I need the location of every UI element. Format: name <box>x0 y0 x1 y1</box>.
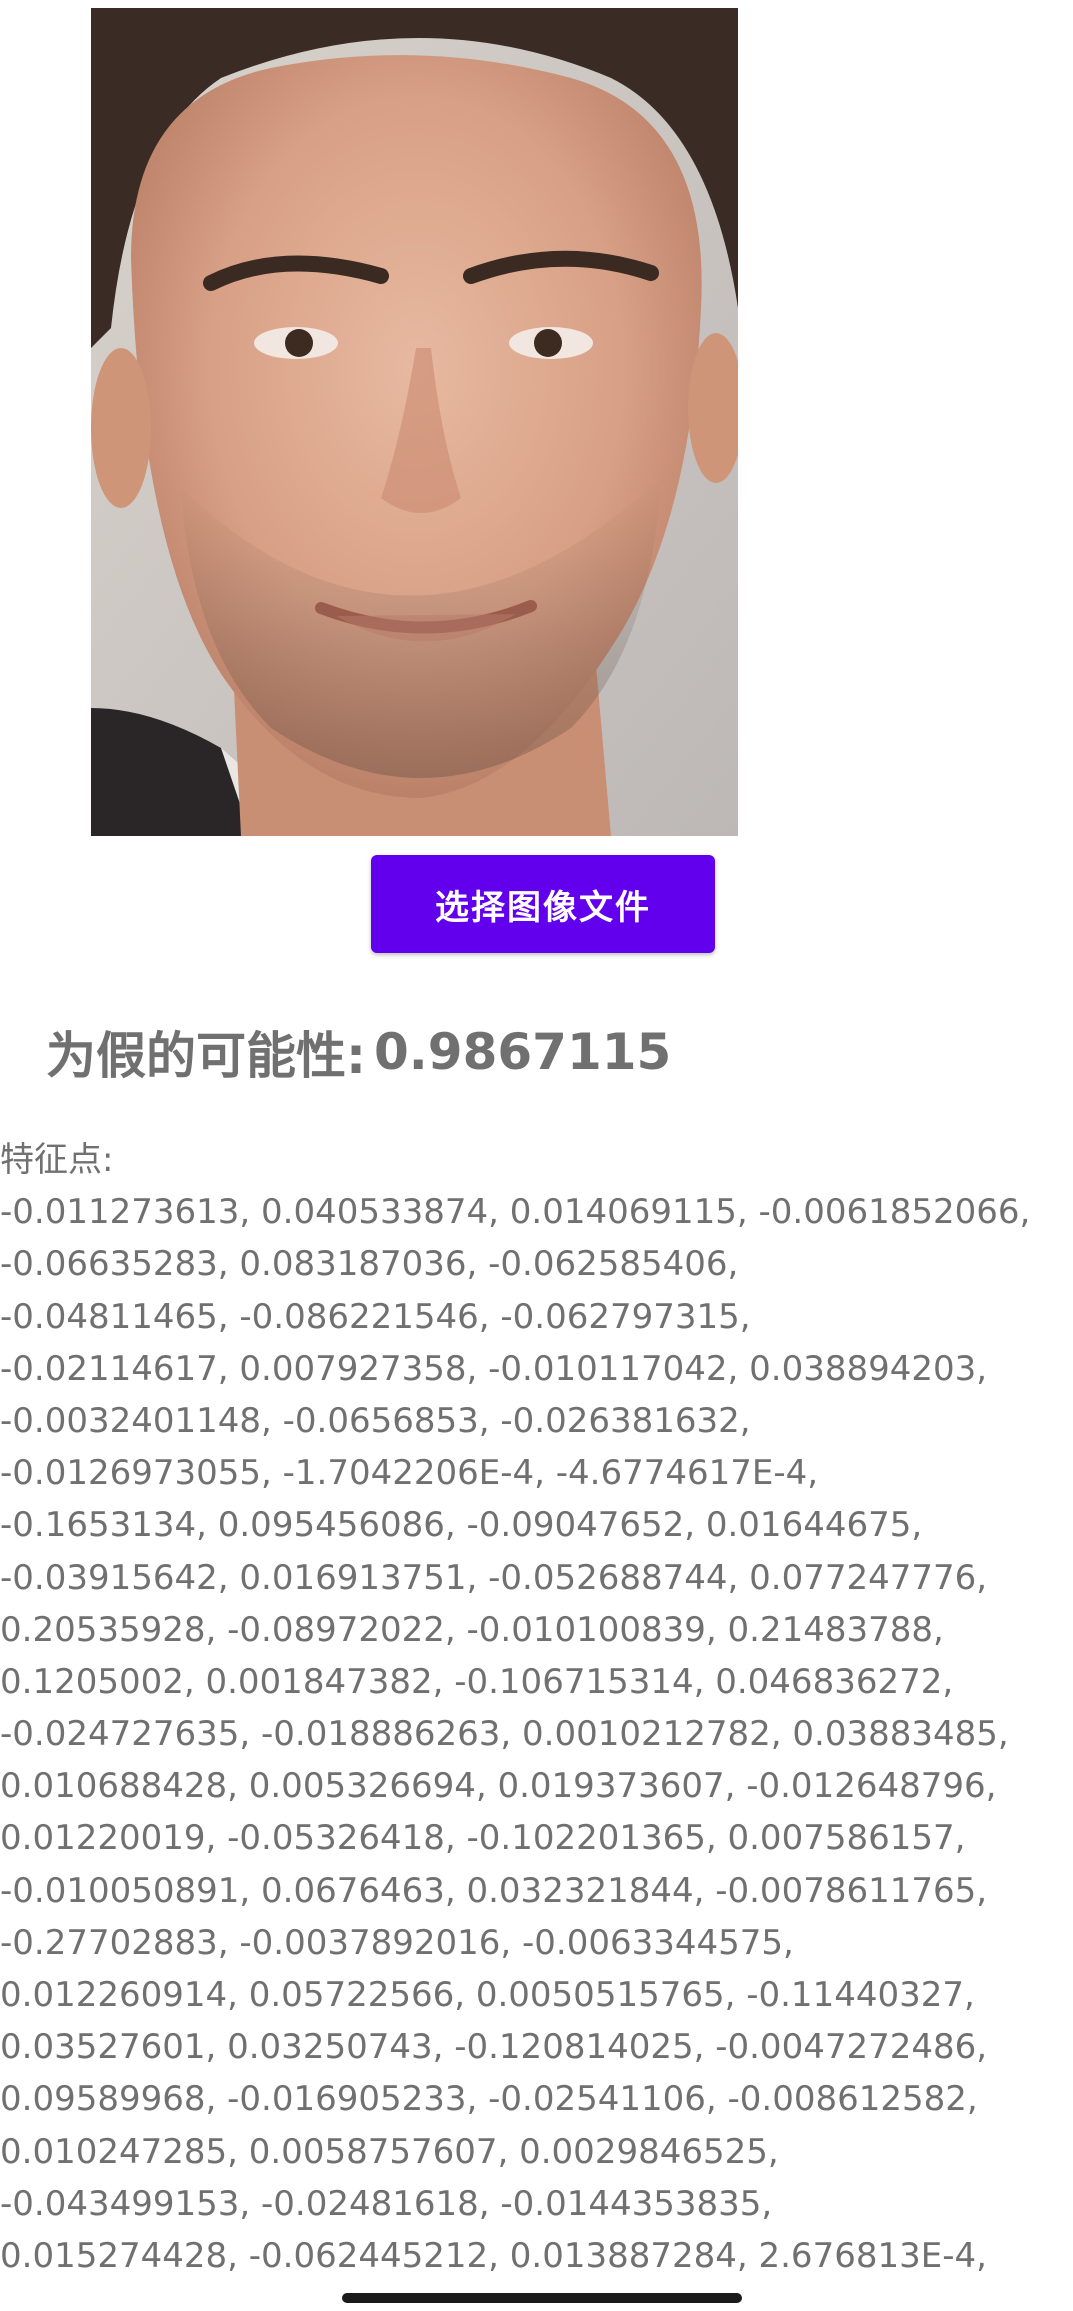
select-image-file-button[interactable]: 选择图像文件 <box>371 855 715 953</box>
feature-values-line: 0.1205002, 0.001847382, -0.106715314, 0.… <box>0 1661 954 1702</box>
fake-probability-label: 为假的可能性: <box>46 1027 366 1085</box>
feature-values-line: -0.03915642, 0.016913751, -0.052688744, … <box>0 1557 988 1598</box>
feature-points-label: 特征点: <box>0 1140 114 1180</box>
feature-values-line: -0.1653134, 0.095456086, -0.09047652, 0.… <box>0 1505 923 1546</box>
feature-values-line: 0.012260914, 0.05722566, 0.0050515765, -… <box>0 1975 975 2015</box>
feature-values-line: -0.043499153, -0.02481618, -0.0144353835… <box>0 2183 773 2224</box>
face-photo-icon <box>91 8 738 836</box>
feature-values-line: -0.010050891, 0.0676463, 0.032321844, -0… <box>0 1870 988 1911</box>
fake-probability-value: 0.9867115 <box>374 1023 672 1081</box>
feature-values-line: 0.010688428, 0.005326694, 0.019373607, -… <box>0 1766 997 1807</box>
feature-values-line: 0.20535928, -0.08972022, -0.010100839, 0… <box>0 1609 944 1650</box>
feature-values-line: -0.024727635, -0.018886263, 0.0010212782… <box>0 1714 1009 1755</box>
face-image <box>91 8 738 836</box>
feature-values-list: -0.011273613, 0.040533874, 0.014069115, … <box>0 1186 1073 2282</box>
feature-points: 特征点: -0.011273613, 0.040533874, 0.014069… <box>0 1134 1073 2282</box>
feature-values-line: -0.06635283, 0.083187036, -0.062585406, <box>0 1244 739 1285</box>
feature-values-line: 0.01220019, -0.05326418, -0.102201365, 0… <box>0 1818 966 1859</box>
feature-values-line: -0.011273613, 0.040533874, 0.014069115, … <box>0 1192 1031 1233</box>
feature-values-line: -0.0126973055, -1.7042206E-4, -4.6774617… <box>0 1453 819 1494</box>
feature-values-line: 0.09589968, -0.016905233, -0.02541106, -… <box>0 2079 978 2120</box>
feature-values-line: 0.010247285, 0.0058757607, 0.0029846525, <box>0 2131 779 2172</box>
feature-values-line: -0.02114617, 0.007927358, -0.010117042, … <box>0 1348 988 1389</box>
home-indicator[interactable] <box>342 2293 742 2303</box>
feature-values-line: 0.03527601, 0.03250743, -0.120814025, -0… <box>0 2027 988 2068</box>
feature-values-line: 0.015274428, -0.062445212, 0.013887284, … <box>0 2235 987 2276</box>
feature-values-line: -0.0032401148, -0.0656853, -0.026381632, <box>0 1400 751 1441</box>
feature-values-line: -0.04811465, -0.086221546, -0.062797315, <box>0 1296 751 1337</box>
feature-values-line: -0.27702883, -0.0037892016, -0.006334457… <box>0 1922 794 1963</box>
fake-probability-row: 为假的可能性: 0.9867115 <box>46 1012 671 1092</box>
